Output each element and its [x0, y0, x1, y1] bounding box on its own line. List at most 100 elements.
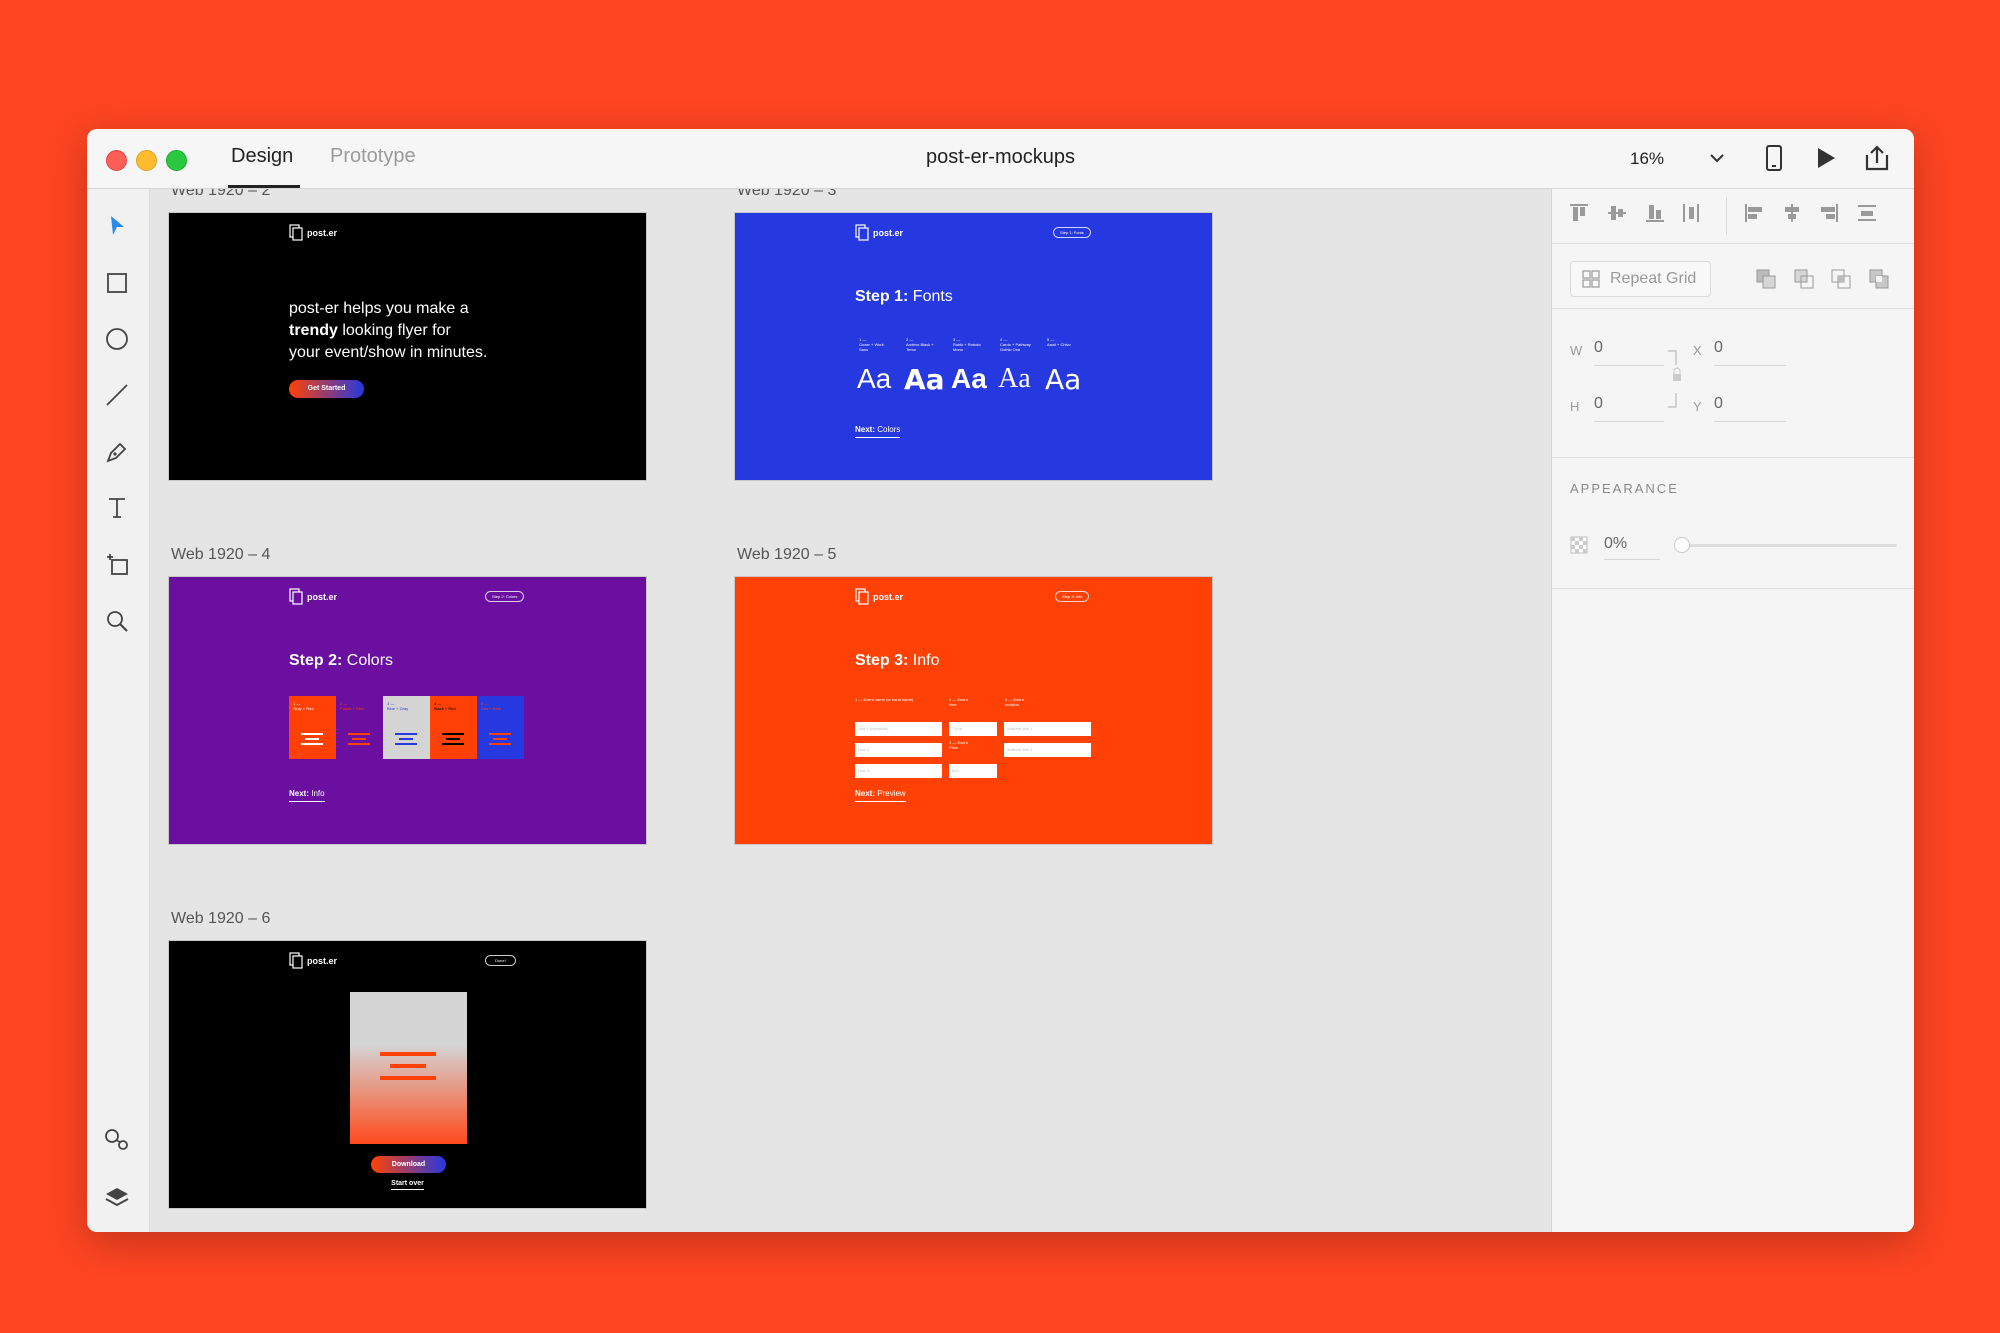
artboard-web-1920-5[interactable]: post.er Step 3: Info Step 3: Info 1 — Ev… — [734, 576, 1213, 845]
line-tool[interactable] — [102, 380, 132, 410]
artboard-web-1920-4[interactable]: post.er Step 2: Colors Step 2: Colors 1 … — [168, 576, 647, 845]
lock-aspect-icon[interactable] — [1666, 349, 1682, 409]
logo-text: post.er — [307, 591, 338, 602]
layers-tool[interactable] — [102, 1182, 132, 1212]
device-preview-icon[interactable] — [1764, 143, 1784, 173]
height-input[interactable]: 0 — [1594, 395, 1664, 422]
align-right-icon[interactable] — [1817, 201, 1841, 225]
line-icon — [106, 384, 128, 406]
zoom-level[interactable]: 16% — [1630, 149, 1664, 169]
x-label: X — [1693, 343, 1702, 358]
align-bottom-icon[interactable] — [1643, 201, 1667, 225]
align-left-icon[interactable] — [1742, 201, 1766, 225]
artboard-label[interactable]: Web 1920 – 6 — [171, 910, 270, 928]
artboard-web-1920-6[interactable]: post.er Done! Download Start over — [168, 940, 647, 1209]
pen-tool[interactable] — [102, 437, 132, 467]
line-3-input[interactable]: Line 3 — [855, 764, 942, 778]
repeat-grid-button[interactable]: Repeat Grid — [1570, 261, 1711, 297]
rectangle-tool[interactable] — [102, 268, 132, 298]
swatch-name: Purple + Red — [340, 706, 364, 711]
color-swatch-5[interactable]: 5 — Red + Blue — [477, 696, 524, 759]
hero-bold-word: trendy — [289, 322, 338, 339]
next-bold: Next: — [289, 789, 310, 798]
preview-line — [380, 1052, 436, 1056]
swatch-lines — [301, 730, 323, 748]
design-canvas[interactable]: Web 1920 – 2 Web 1920 – 3 Web 1920 – 4 W… — [150, 189, 1550, 1232]
swatch-name: Black + Red — [434, 706, 456, 711]
align-center-icon[interactable] — [1780, 201, 1804, 225]
font-sample-3: Aa — [951, 363, 987, 394]
color-swatch-1[interactable]: 1 — Gray + Red — [289, 696, 336, 759]
swatch-lines — [442, 730, 464, 748]
ellipse-tool[interactable] — [102, 324, 132, 354]
step-heading: Step 2: Colors — [289, 652, 393, 670]
download-button[interactable]: Download — [371, 1156, 446, 1173]
distribute-horizontal-icon[interactable] — [1679, 201, 1703, 225]
share-icon[interactable] — [1862, 143, 1892, 173]
artboard-web-1920-3[interactable]: post.er Step 1: Fonts Step 1: Fonts 1 — G… — [734, 212, 1213, 481]
font-option-3[interactable]: 3 — Rubik + Roboto Mono — [953, 337, 987, 352]
distribute-vertical-icon[interactable] — [1855, 201, 1879, 225]
next-link[interactable]: Next: Info — [289, 789, 325, 802]
event-price-input[interactable]: $10 — [949, 764, 997, 778]
logo-icon — [289, 224, 303, 241]
font-sample-2: Aa — [904, 363, 945, 396]
font-option-5[interactable]: 5 — Aauil + Chivo — [1047, 337, 1081, 347]
start-over-link[interactable]: Start over — [169, 1180, 646, 1190]
color-swatch-3[interactable]: 3 — Blue + Gray — [383, 696, 430, 759]
step-heading-bold: Step 2: — [289, 652, 343, 669]
y-input[interactable]: 0 — [1714, 395, 1786, 422]
text-tool[interactable] — [102, 493, 132, 523]
swatch-name: Blue + Gray — [387, 706, 409, 711]
artboard-tool[interactable] — [102, 549, 132, 579]
artboard-label[interactable]: Web 1920 – 2 — [171, 189, 270, 200]
opacity-slider-handle[interactable] — [1674, 537, 1690, 553]
play-icon[interactable] — [1813, 143, 1839, 173]
event-time-input[interactable]: 7 p.m. — [949, 722, 997, 736]
opacity-input[interactable]: 0% — [1604, 535, 1660, 560]
artboard-label[interactable]: Web 1920 – 3 — [737, 189, 836, 200]
artboard-label[interactable]: Web 1920 – 5 — [737, 546, 836, 564]
hero-text: post-er helps you make a trendy looking … — [289, 298, 487, 364]
logo-text: post.er — [307, 955, 338, 966]
font-option-2[interactable]: 2 — Archivo Black + Tenor — [906, 337, 940, 352]
color-swatch-2[interactable]: 2 — Purple + Red — [336, 696, 383, 759]
address-line-1-input[interactable]: Address line 1 — [1004, 722, 1091, 736]
pen-icon — [106, 442, 127, 463]
poster-logo: post.er — [289, 588, 337, 605]
boolean-exclude-icon[interactable] — [1867, 267, 1891, 291]
font-sample-4: Aa — [998, 363, 1031, 394]
opacity-slider-track[interactable] — [1682, 544, 1897, 547]
color-swatch-4[interactable]: 4 — Black + Red — [430, 696, 477, 759]
select-tool[interactable] — [102, 211, 132, 241]
font-option-4[interactable]: 4 — Cardo + Pathway Gothic One — [1000, 337, 1034, 352]
get-started-button[interactable]: Get Started — [289, 380, 364, 398]
hero-line-2: trendy looking flyer for — [289, 320, 487, 342]
artboard-icon — [107, 554, 128, 575]
line-2-input[interactable]: Line 2 — [855, 743, 942, 757]
headline-input[interactable]: Line 1 (Headline) — [855, 722, 942, 736]
step-heading-rest: Info — [908, 652, 940, 669]
next-link[interactable]: Next: Colors — [855, 425, 901, 438]
pointer-icon — [111, 216, 124, 235]
logo-icon — [289, 588, 303, 605]
boolean-add-icon[interactable] — [1754, 267, 1778, 291]
width-input[interactable]: 0 — [1594, 339, 1664, 366]
x-input[interactable]: 0 — [1714, 339, 1786, 366]
artboard-label[interactable]: Web 1920 – 4 — [171, 546, 270, 564]
address-line-2-input[interactable]: Address line 2 — [1004, 743, 1091, 757]
font-option-1[interactable]: 1 — Gozer + Work Sans — [859, 337, 893, 352]
chevron-down-icon[interactable] — [1709, 146, 1725, 170]
zoom-tool[interactable] — [102, 606, 132, 636]
next-link[interactable]: Next: Preview — [855, 789, 906, 802]
step-heading-rest: Colors — [342, 652, 394, 669]
boolean-intersect-icon[interactable] — [1829, 267, 1853, 291]
assets-tool[interactable] — [102, 1125, 132, 1155]
boolean-subtract-icon[interactable] — [1792, 267, 1816, 291]
assets-icon — [105, 1129, 128, 1150]
next-rest: Preview — [875, 789, 906, 798]
align-middle-icon[interactable] — [1605, 201, 1629, 225]
next-rest: Colors — [875, 425, 901, 434]
align-top-icon[interactable] — [1567, 201, 1591, 225]
artboard-web-1920-2[interactable]: post.er post-er helps you make a trendy … — [168, 212, 647, 481]
